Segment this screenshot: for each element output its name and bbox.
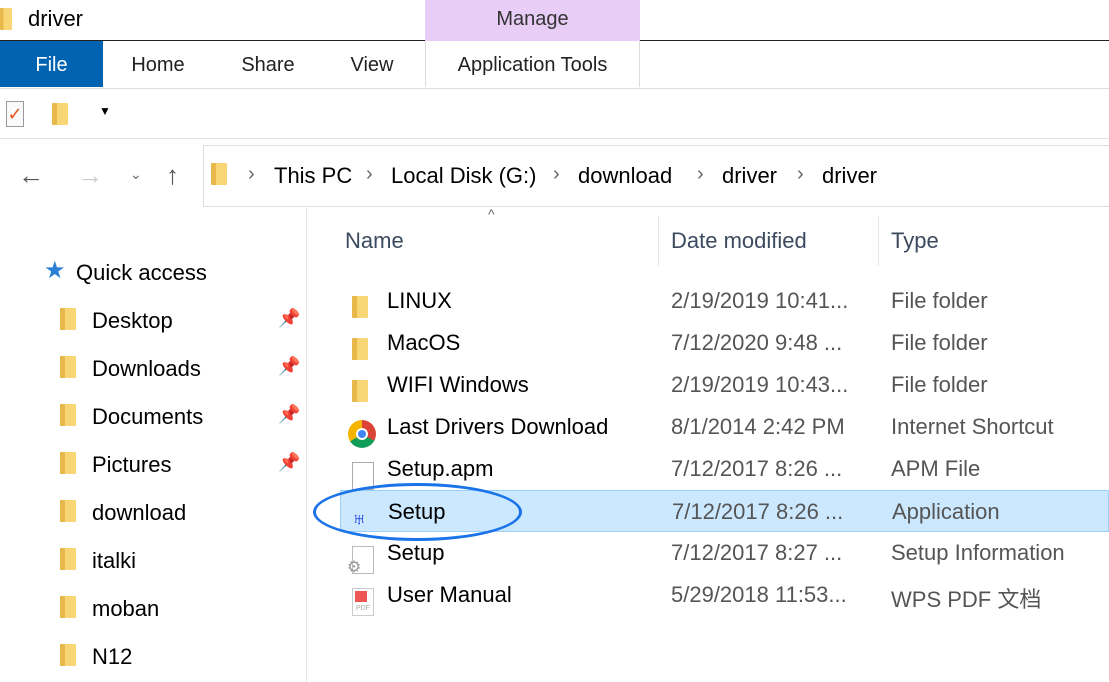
nav-label: italki xyxy=(92,548,137,573)
file-type: File folder xyxy=(891,288,988,313)
column-header-type[interactable]: Type xyxy=(891,228,939,254)
file-name: Setup.apm xyxy=(387,456,494,481)
folder-icon xyxy=(60,644,76,666)
nav-item-downloads[interactable]: Downloads 📌 xyxy=(0,346,306,390)
window-title: driver xyxy=(28,6,84,31)
file-type: Setup Information xyxy=(891,540,1065,565)
file-date: 2/19/2019 10:43... xyxy=(671,372,849,397)
chevron-right-icon[interactable]: › xyxy=(697,163,704,186)
nav-quick-access[interactable]: ★ Quick access xyxy=(0,250,306,294)
crumb-driver-current[interactable]: driver xyxy=(822,163,877,189)
forward-icon[interactable]: → xyxy=(77,160,103,191)
nav-item-italki[interactable]: italki xyxy=(0,538,306,582)
file-row[interactable]: LINUX 2/19/2019 10:41... File folder xyxy=(340,280,1109,322)
highlight-ellipse xyxy=(313,483,522,541)
properties-icon[interactable]: ✓ xyxy=(6,101,24,127)
column-separator[interactable] xyxy=(878,216,879,266)
folder-icon xyxy=(60,596,76,618)
file-row[interactable]: PDF User Manual 5/29/2018 11:53... WPS P… xyxy=(340,574,1109,616)
back-icon[interactable]: ← xyxy=(18,160,44,191)
customize-toolbar-icon[interactable]: ▼ xyxy=(99,104,111,118)
tab-view[interactable]: View xyxy=(336,41,408,87)
file-name: Last Drivers Download xyxy=(387,414,609,439)
chevron-right-icon[interactable]: › xyxy=(797,163,804,186)
file-type: Internet Shortcut xyxy=(891,414,1054,439)
file-date: 7/12/2017 8:26 ... xyxy=(671,456,843,481)
up-icon[interactable]: ↑ xyxy=(166,160,179,191)
nav-label: Pictures xyxy=(92,452,172,477)
nav-item-n12[interactable]: N12 xyxy=(0,634,306,678)
column-separator[interactable] xyxy=(658,216,659,266)
file-name: WIFI Windows xyxy=(387,372,529,397)
file-row[interactable]: Setup.apm 7/12/2017 8:26 ... APM File xyxy=(340,448,1109,490)
nav-label: Quick access xyxy=(76,260,207,285)
file-type: WPS PDF 文档 xyxy=(891,587,1042,612)
file-type: Application xyxy=(892,499,1000,524)
file-name: LINUX xyxy=(387,288,452,313)
divider xyxy=(0,138,1109,139)
tab-application-tools[interactable]: Application Tools xyxy=(425,41,640,87)
folder-icon xyxy=(211,163,227,185)
folder-icon xyxy=(60,500,76,522)
tab-home[interactable]: Home xyxy=(116,41,200,87)
chevron-right-icon[interactable]: › xyxy=(248,163,255,186)
file-type: File folder xyxy=(891,330,988,355)
nav-label: N12 xyxy=(92,644,133,669)
navigation-pane: ★ Quick access Desktop 📌 Downloads 📌 Docum… xyxy=(0,208,307,682)
pin-icon[interactable]: 📌 xyxy=(278,404,300,425)
column-header-date[interactable]: Date modified xyxy=(671,228,807,254)
pin-icon[interactable]: 📌 xyxy=(278,452,300,473)
file-name: Setup xyxy=(387,540,445,565)
chevron-right-icon[interactable]: › xyxy=(366,163,373,186)
file-row[interactable]: WIFI Windows 2/19/2019 10:43... File fol… xyxy=(340,364,1109,406)
folder-icon xyxy=(0,8,12,30)
star-icon: ★ xyxy=(44,257,66,284)
nav-label: Downloads xyxy=(92,356,201,381)
pin-icon[interactable]: 📌 xyxy=(278,356,300,377)
nav-label: Documents xyxy=(92,404,204,429)
recent-chevron-down-icon[interactable]: ⌄ xyxy=(130,166,142,183)
file-date: 7/12/2020 9:48 ... xyxy=(671,330,843,355)
file-type: File folder xyxy=(891,372,988,397)
file-row[interactable]: Last Drivers Download 8/1/2014 2:42 PM I… xyxy=(340,406,1109,448)
tab-file[interactable]: File xyxy=(0,41,103,87)
nav-label: Desktop xyxy=(92,308,173,333)
nav-item-download[interactable]: download xyxy=(0,490,306,534)
file-date: 8/1/2014 2:42 PM xyxy=(671,414,845,439)
tab-share[interactable]: Share xyxy=(228,41,308,87)
nav-label: download xyxy=(92,500,187,525)
crumb-this-pc[interactable]: This PC xyxy=(274,163,352,189)
downloads-folder-icon xyxy=(60,356,76,378)
folder-icon xyxy=(60,548,76,570)
nav-item-desktop[interactable]: Desktop 📌 xyxy=(0,298,306,342)
chevron-right-icon[interactable]: › xyxy=(553,163,560,186)
pin-icon[interactable]: 📌 xyxy=(278,308,300,329)
documents-folder-icon xyxy=(60,404,76,426)
crumb-driver[interactable]: driver xyxy=(722,163,777,189)
divider xyxy=(0,88,1109,89)
file-name: MacOS xyxy=(387,330,461,355)
column-header-name[interactable]: Name xyxy=(345,228,404,254)
new-folder-icon[interactable] xyxy=(52,103,68,125)
manage-context-group: Manage xyxy=(425,0,640,41)
crumb-download[interactable]: download xyxy=(578,163,672,189)
nav-item-documents[interactable]: Documents 📌 xyxy=(0,394,306,438)
nav-label: moban xyxy=(92,596,160,621)
crumb-local-disk[interactable]: Local Disk (G:) xyxy=(391,163,536,189)
file-date: 7/12/2017 8:26 ... xyxy=(672,499,844,524)
sort-ascending-icon: ^ xyxy=(488,206,495,222)
desktop-folder-icon xyxy=(60,308,76,330)
file-date: 7/12/2017 8:27 ... xyxy=(671,540,843,565)
file-date: 2/19/2019 10:41... xyxy=(671,288,849,313)
nav-item-pictures[interactable]: Pictures 📌 xyxy=(0,442,306,486)
file-row[interactable]: MacOS 7/12/2020 9:48 ... File folder xyxy=(340,322,1109,364)
pictures-folder-icon xyxy=(60,452,76,474)
file-type: APM File xyxy=(891,456,981,481)
file-name: User Manual xyxy=(387,582,512,607)
nav-item-moban[interactable]: moban xyxy=(0,586,306,630)
file-date: 5/29/2018 11:53... xyxy=(671,582,847,607)
